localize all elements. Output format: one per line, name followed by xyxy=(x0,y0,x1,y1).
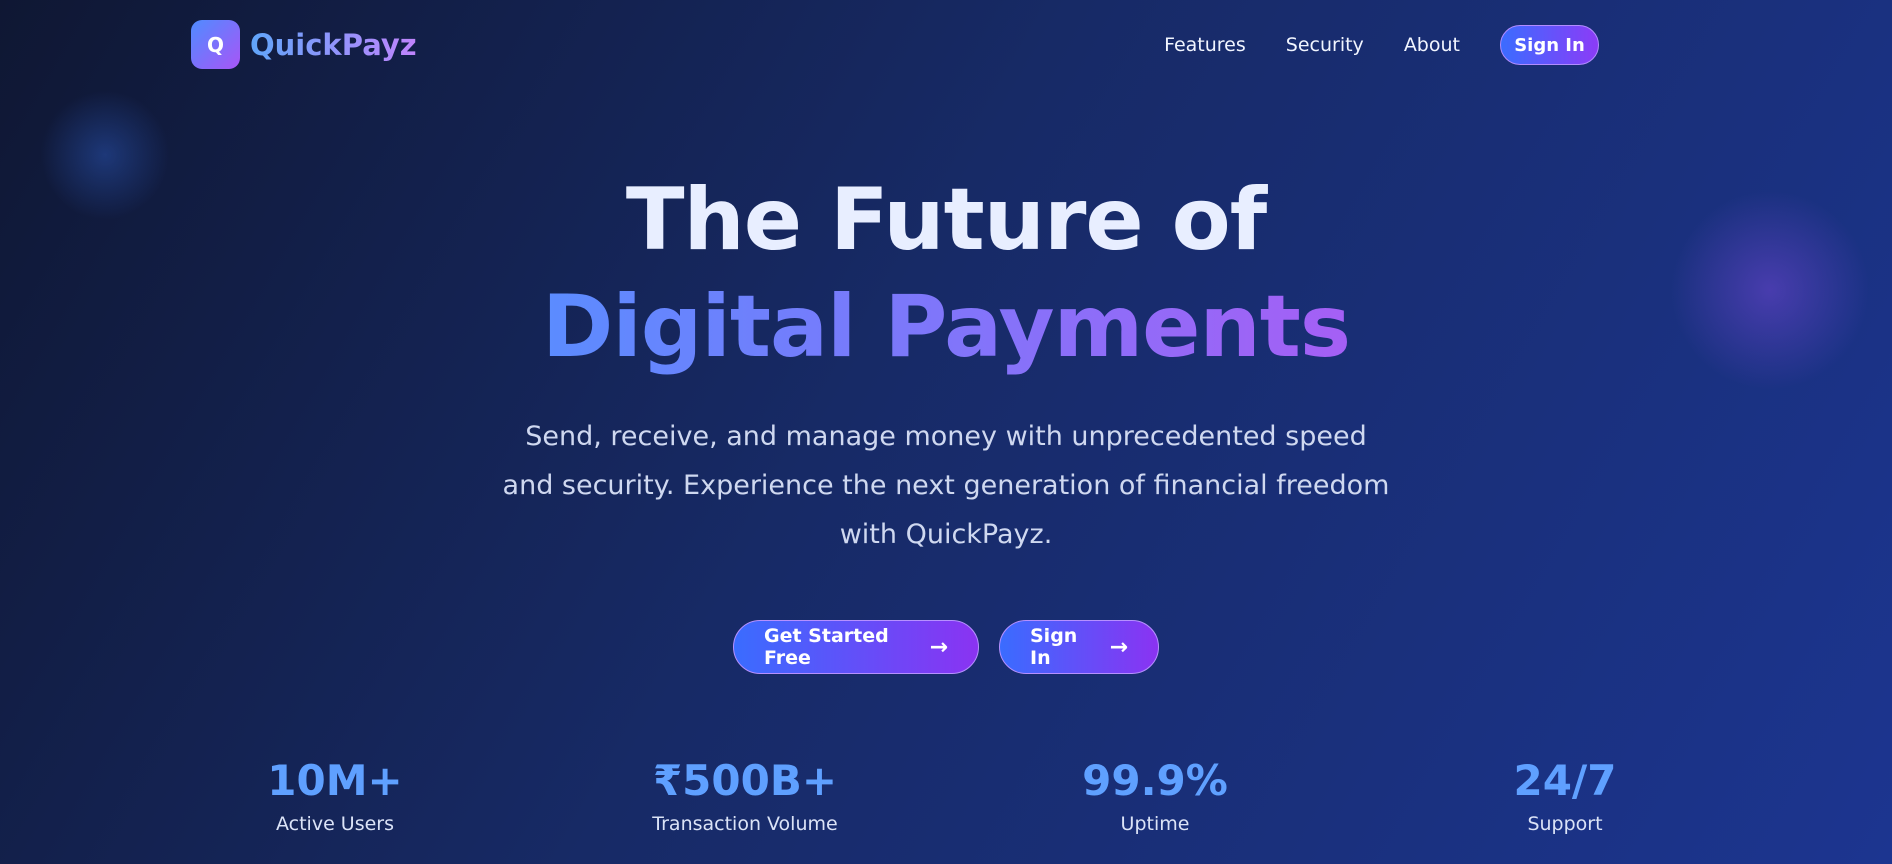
stat-value: 99.9% xyxy=(1082,756,1228,805)
get-started-label: Get Started Free xyxy=(764,625,889,669)
hero-subtitle: Send, receive, and manage money with unp… xyxy=(502,421,1390,550)
stat-item: 10M+ Active Users xyxy=(185,755,485,835)
sign-in-button[interactable]: Sign In → xyxy=(999,620,1159,674)
stat-value: 24/7 xyxy=(1513,756,1617,805)
top-navigation: Q QuickPayz Features Security About Sign… xyxy=(0,0,1892,90)
logo-icon: Q xyxy=(191,20,240,69)
arrow-right-icon: → xyxy=(1109,634,1128,660)
stat-label: Transaction Volume xyxy=(652,813,838,835)
stat-value: ₹500B+ xyxy=(652,756,838,805)
stat-label: Uptime xyxy=(1120,813,1190,835)
nav-links: Features Security About Sign In xyxy=(1164,25,1599,65)
nav-link-features[interactable]: Features xyxy=(1164,34,1246,56)
hero-title-line2: Digital Payments xyxy=(542,270,1351,384)
brand-name: QuickPayz xyxy=(250,27,417,62)
cta-group: Get Started Free → Sign In → xyxy=(0,620,1892,674)
arrow-right-icon: → xyxy=(929,634,948,660)
stat-item: 99.9% Uptime xyxy=(1005,755,1305,835)
nav-sign-in-button[interactable]: Sign In xyxy=(1500,25,1599,65)
stat-label: Active Users xyxy=(275,813,395,835)
brand-logo[interactable]: Q QuickPayz xyxy=(191,20,417,69)
nav-link-security[interactable]: Security xyxy=(1286,34,1364,56)
get-started-button[interactable]: Get Started Free → xyxy=(733,620,979,674)
hero-title-line1: The Future of xyxy=(625,170,1267,270)
sign-in-label: Sign In xyxy=(1030,625,1078,669)
hero-section: The Future of Digital Payments Send, rec… xyxy=(0,170,1892,559)
stat-label: Support xyxy=(1527,813,1603,835)
stat-item: 24/7 Support xyxy=(1415,755,1715,835)
stat-value: 10M+ xyxy=(267,756,403,805)
nav-link-about[interactable]: About xyxy=(1404,34,1460,56)
stat-item: ₹500B+ Transaction Volume xyxy=(595,755,895,835)
